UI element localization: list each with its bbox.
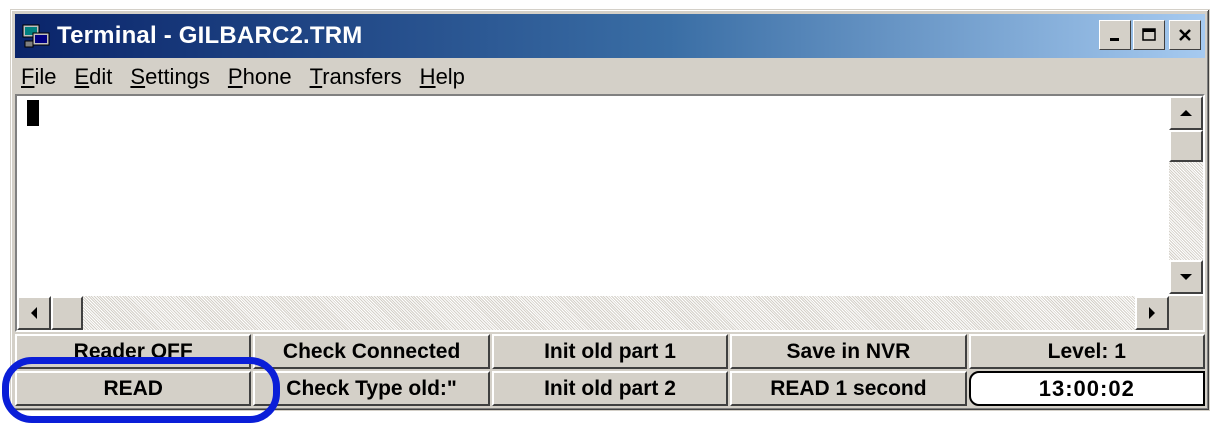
maximize-button[interactable] bbox=[1133, 20, 1165, 50]
terminal-window: Terminal - GILBARC2.TRM File Edit Settin… bbox=[10, 9, 1210, 411]
init-old-part-2-button[interactable]: Init old part 2 bbox=[491, 371, 729, 406]
close-button[interactable] bbox=[1169, 20, 1201, 50]
minimize-icon bbox=[1110, 38, 1119, 41]
level-button[interactable]: Level: 1 bbox=[968, 334, 1205, 369]
text-cursor bbox=[27, 100, 39, 126]
scroll-right-button[interactable] bbox=[1135, 296, 1169, 330]
terminal-screen[interactable] bbox=[15, 94, 1205, 332]
menu-file[interactable]: File bbox=[21, 64, 56, 90]
menu-bar: File Edit Settings Phone Transfers Help bbox=[15, 60, 1205, 94]
clock-display: 13:00:02 bbox=[968, 371, 1205, 406]
arrow-left-icon bbox=[31, 307, 37, 319]
check-connected-button[interactable]: Check Connected bbox=[253, 334, 490, 369]
init-old-part-1-button[interactable]: Init old part 1 bbox=[491, 334, 729, 369]
menu-edit[interactable]: Edit bbox=[74, 64, 112, 90]
read-1-second-button[interactable]: READ 1 second bbox=[730, 371, 967, 406]
horizontal-scrollbar[interactable] bbox=[17, 296, 1169, 330]
scroll-down-button[interactable] bbox=[1169, 260, 1203, 294]
window-title: Terminal - GILBARC2.TRM bbox=[57, 22, 363, 49]
arrow-up-icon bbox=[1180, 110, 1192, 116]
save-in-nvr-button[interactable]: Save in NVR bbox=[730, 334, 967, 369]
minimize-button[interactable] bbox=[1099, 20, 1131, 50]
scroll-left-button[interactable] bbox=[17, 296, 51, 330]
window-controls bbox=[1097, 20, 1201, 50]
menu-settings[interactable]: Settings bbox=[130, 64, 210, 90]
title-bar[interactable]: Terminal - GILBARC2.TRM bbox=[15, 14, 1205, 58]
vertical-scrollbar[interactable] bbox=[1169, 96, 1203, 294]
menu-help[interactable]: Help bbox=[420, 64, 465, 90]
menu-transfers[interactable]: Transfers bbox=[310, 64, 402, 90]
arrow-right-icon bbox=[1149, 307, 1155, 319]
terminal-app-icon bbox=[22, 24, 50, 48]
close-icon bbox=[1179, 29, 1191, 41]
arrow-down-icon bbox=[1180, 274, 1192, 280]
horizontal-scroll-thumb[interactable] bbox=[51, 296, 83, 330]
read-button[interactable]: READ bbox=[15, 371, 252, 406]
reader-off-button[interactable]: Reader OFF bbox=[15, 334, 252, 369]
maximize-icon bbox=[1142, 28, 1156, 41]
scroll-up-button[interactable] bbox=[1169, 96, 1203, 130]
check-type-old-button[interactable]: Check Type old:" bbox=[253, 371, 490, 406]
menu-phone[interactable]: Phone bbox=[228, 64, 292, 90]
function-key-panel: Reader OFF Check Connected Init old part… bbox=[15, 334, 1205, 408]
scrollbar-corner bbox=[1169, 296, 1203, 330]
vertical-scroll-thumb[interactable] bbox=[1169, 130, 1203, 162]
